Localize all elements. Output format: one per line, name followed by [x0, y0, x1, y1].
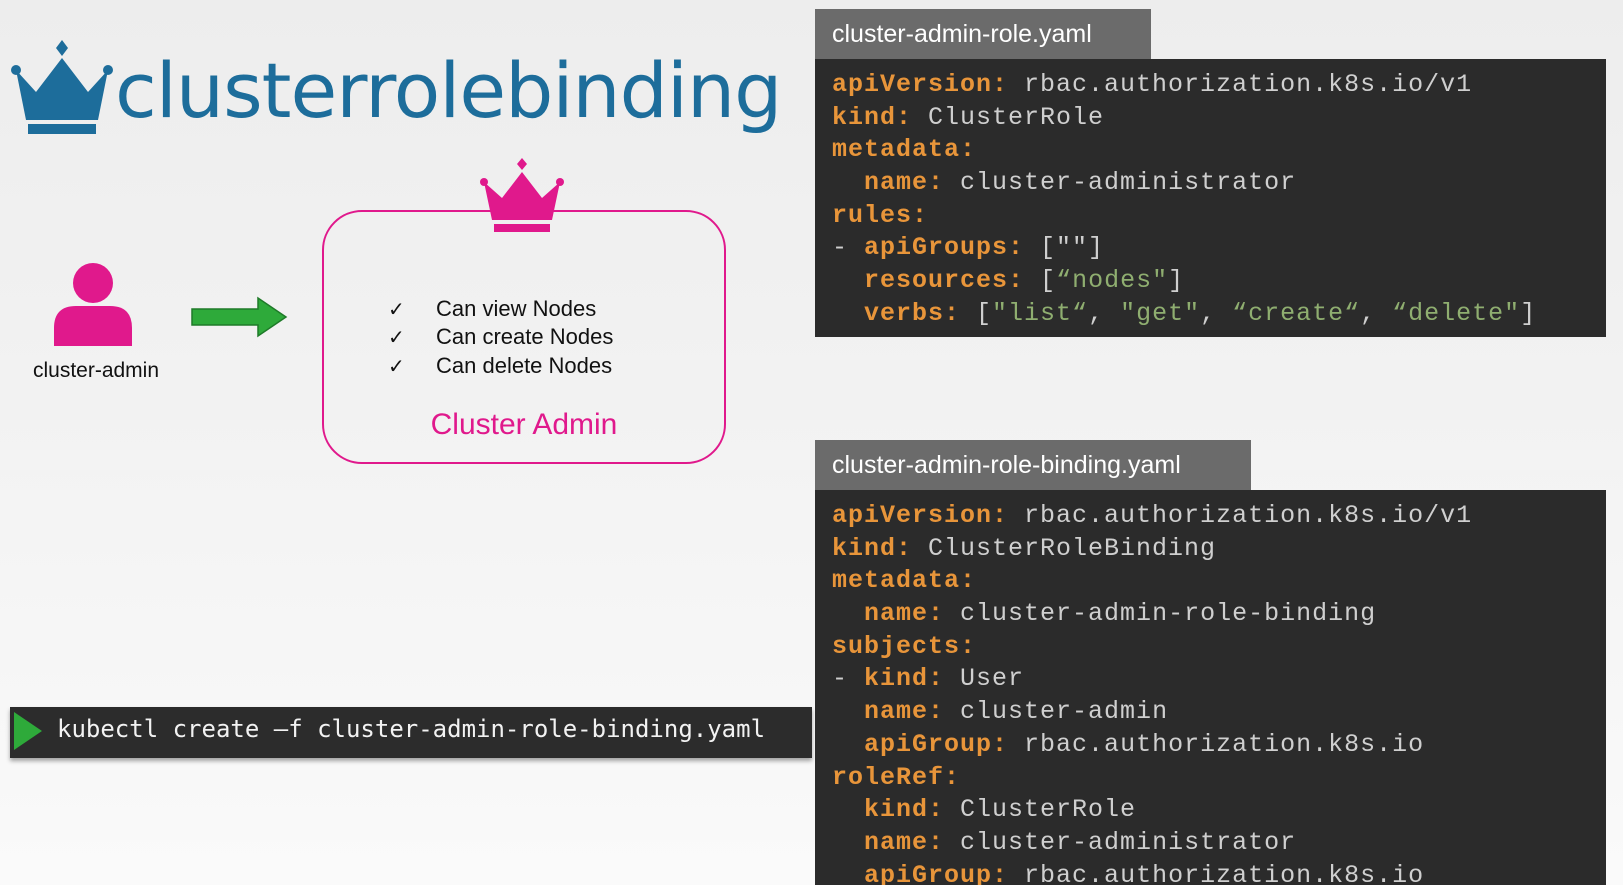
tab-role-file[interactable]: cluster-admin-role.yaml	[815, 9, 1151, 59]
code-line: name: cluster-admin-role-binding	[832, 598, 1606, 631]
yaml-value: cluster-admin-role-binding	[944, 599, 1377, 629]
yaml-string: “delete"	[1392, 298, 1521, 328]
yaml-value: -	[832, 664, 865, 694]
yaml-value: cluster-administrator	[944, 168, 1297, 198]
code-line: name: cluster-administrator	[832, 167, 1606, 200]
yaml-value: ]	[1520, 298, 1537, 328]
yaml-key: kind:	[864, 795, 945, 825]
right-arrow-icon	[191, 296, 288, 338]
permission-item: ✓ Can view Nodes	[388, 296, 596, 322]
yaml-key: verbs:	[864, 298, 961, 328]
check-icon: ✓	[388, 327, 405, 349]
yaml-value	[832, 861, 864, 885]
yaml-value: [	[960, 298, 993, 328]
check-icon: ✓	[388, 356, 405, 378]
yaml-key: apiVersion:	[832, 501, 1009, 530]
yaml-value: rbac.authorization.k8s.io/v1	[1008, 501, 1473, 530]
yaml-value: ]	[1168, 266, 1185, 296]
yaml-value	[832, 168, 864, 197]
command-bar[interactable]: kubectl create –f cluster-admin-role-bin…	[10, 707, 812, 758]
role-box: ✓ Can view Nodes ✓ Can create Nodes ✓ Can d…	[322, 210, 726, 464]
yaml-value: rbac.authorization.k8s.io	[1008, 860, 1425, 885]
binding-yaml-code: apiVersion: rbac.authorization.k8s.io/v1…	[815, 490, 1606, 885]
yaml-value	[832, 730, 864, 759]
code-line: kind: ClusterRole	[832, 102, 1606, 135]
yaml-key: kind:	[864, 664, 945, 694]
code-line: apiGroup: rbac.authorization.k8s.io	[832, 729, 1606, 762]
command-text[interactable]: kubectl create –f cluster-admin-role-bin…	[57, 715, 765, 743]
permission-item: ✓ Can create Nodes	[388, 324, 613, 350]
yaml-value: cluster-administrator	[944, 827, 1297, 857]
yaml-value: -	[832, 233, 865, 263]
yaml-key: apiGroup:	[864, 729, 1009, 759]
yaml-string: “create“	[1232, 298, 1361, 328]
code-line: rules:	[832, 200, 1606, 233]
yaml-value: ,	[1360, 298, 1393, 328]
yaml-key: subjects:	[832, 631, 977, 661]
yaml-value: User	[944, 664, 1025, 694]
code-line: - kind: User	[832, 663, 1606, 696]
yaml-key: apiVersion:	[832, 70, 1009, 99]
yaml-string: "list“	[992, 298, 1089, 328]
code-line: verbs: ["list“, "get", “create“, “delete…	[832, 298, 1606, 331]
yaml-key: kind:	[832, 102, 913, 132]
yaml-value: ClusterRole	[912, 102, 1105, 132]
code-line: roleRef:	[832, 762, 1606, 795]
code-line: apiVersion: rbac.authorization.k8s.io/v1	[832, 500, 1606, 533]
yaml-value: rbac.authorization.k8s.io	[1008, 729, 1425, 759]
permission-label: Can delete Nodes	[436, 353, 613, 378]
yaml-string: "get"	[1120, 298, 1201, 328]
crown-icon	[11, 40, 113, 134]
yaml-value	[832, 828, 864, 857]
yaml-value	[832, 697, 864, 726]
yaml-key: resources:	[864, 266, 1025, 296]
yaml-key: rules:	[832, 200, 929, 230]
yaml-value: rbac.authorization.k8s.io/v1	[1008, 70, 1473, 99]
code-line: kind: ClusterRoleBinding	[832, 533, 1606, 566]
role-name: Cluster Admin	[430, 408, 618, 441]
check-icon: ✓	[388, 299, 405, 321]
code-line: metadata:	[832, 565, 1606, 598]
yaml-key: metadata:	[832, 135, 977, 165]
yaml-value	[832, 266, 864, 295]
code-line: metadata:	[832, 134, 1606, 167]
yaml-key: apiGroup:	[864, 860, 1009, 885]
permission-item: ✓ Can delete Nodes	[388, 353, 612, 379]
code-line: apiGroup: rbac.authorization.k8s.io	[832, 860, 1606, 885]
yaml-key: name:	[864, 697, 945, 727]
yaml-value	[832, 795, 864, 824]
permission-label: Can create Nodes	[436, 324, 614, 349]
page-title: clusterrolebinding	[115, 46, 782, 135]
code-line: name: cluster-administrator	[832, 827, 1606, 860]
yaml-string: “nodes"	[1056, 266, 1169, 296]
play-icon[interactable]	[12, 710, 44, 752]
yaml-value: ClusterRole	[944, 795, 1137, 825]
yaml-value: ,	[1088, 298, 1121, 328]
yaml-key: roleRef:	[832, 762, 961, 792]
tab-binding-file[interactable]: cluster-admin-role-binding.yaml	[815, 440, 1251, 490]
code-line: - apiGroups: [""]	[832, 232, 1606, 265]
permission-label: Can view Nodes	[436, 296, 597, 321]
yaml-key: name:	[864, 168, 945, 198]
role-yaml-code: apiVersion: rbac.authorization.k8s.io/v1…	[815, 59, 1606, 337]
code-line: resources: [“nodes"]	[832, 265, 1606, 298]
user-icon	[54, 263, 132, 346]
yaml-key: name:	[864, 599, 945, 629]
yaml-value: ClusterRoleBinding	[912, 533, 1217, 563]
yaml-key: apiGroups:	[864, 233, 1025, 263]
user-label: cluster-admin	[32, 359, 160, 382]
yaml-key: name:	[864, 827, 945, 857]
code-line: subjects:	[832, 631, 1606, 664]
code-line: kind: ClusterRole	[832, 794, 1606, 827]
yaml-value: [""]	[1024, 233, 1105, 263]
yaml-value: [	[1024, 266, 1057, 296]
yaml-key: kind:	[832, 533, 913, 563]
yaml-value	[832, 299, 864, 328]
yaml-value	[832, 599, 864, 628]
code-line: apiVersion: rbac.authorization.k8s.io/v1	[832, 69, 1606, 102]
code-line: name: cluster-admin	[832, 696, 1606, 729]
yaml-value: ,	[1200, 298, 1233, 328]
yaml-value: cluster-admin	[944, 697, 1169, 727]
yaml-key: metadata:	[832, 566, 977, 596]
